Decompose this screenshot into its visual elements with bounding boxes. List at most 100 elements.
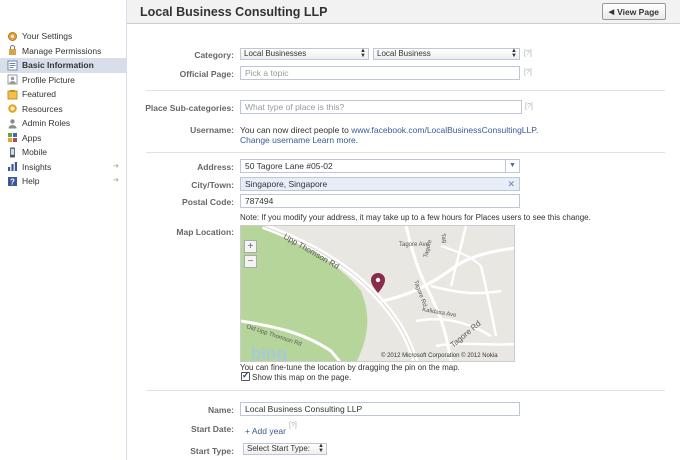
start-date-help-link[interactable]: [?]: [289, 422, 297, 429]
dropdown-arrow-icon[interactable]: ▼: [505, 159, 519, 173]
sidebar-item-label: Your Settings: [22, 31, 73, 42]
subcategory-select[interactable]: Local Business ▲ ▼: [373, 48, 520, 60]
username-label: Username:: [190, 125, 234, 135]
start-date-label: Start Date:: [191, 424, 234, 434]
admin-icon: [7, 118, 18, 129]
zoom-out-button[interactable]: −: [244, 255, 257, 268]
show-map-checkbox[interactable]: [241, 370, 250, 381]
add-year-link[interactable]: + Add year: [245, 426, 286, 436]
location-map[interactable]: Upp Thomson Rd Old Upp Thomson Rd Tagore…: [240, 225, 515, 362]
change-username-link[interactable]: Change username: [240, 135, 310, 145]
settings-icon: [7, 31, 18, 42]
picture-icon: [7, 74, 18, 85]
section-divider: [146, 90, 665, 91]
username-url-link[interactable]: www.facebook.com/LocalBusinessConsulting…: [351, 125, 538, 135]
permissions-icon: [7, 45, 18, 56]
help-icon: ?: [7, 176, 18, 187]
postal-code-input[interactable]: 787494: [240, 194, 520, 208]
resources-icon: [7, 103, 18, 114]
sidebar-item-label: Resources: [22, 103, 63, 114]
show-map-label: Show this map on the page.: [252, 373, 352, 382]
info-icon: [7, 60, 18, 71]
view-page-label: View Page: [617, 6, 659, 17]
featured-icon: [7, 89, 18, 100]
section-divider: [146, 152, 665, 153]
bing-logo: bing: [251, 344, 287, 362]
select-arrows-icon: ▲ ▼: [360, 48, 366, 59]
address-input[interactable]: 50 Tagore Lane #05-02 ▼: [240, 159, 520, 173]
category-select-value: Local Businesses: [244, 49, 307, 58]
official-page-label: Official Page:: [179, 69, 234, 79]
learn-more-link[interactable]: Learn more.: [312, 135, 358, 145]
address-label: Address:: [197, 162, 234, 172]
apps-icon: [7, 132, 18, 143]
sidebar-item-admin-roles[interactable]: Admin Roles: [0, 116, 126, 131]
official-page-help-link[interactable]: [?]: [524, 69, 532, 76]
category-help-link[interactable]: [?]: [524, 50, 532, 57]
page-header: Local Business Consulting LLP ◀ View Pag…: [127, 0, 680, 24]
sidebar-item-label: Manage Permissions: [22, 45, 102, 56]
sidebar-item-label: Basic Information: [22, 60, 94, 71]
clear-icon[interactable]: ✕: [507, 178, 515, 190]
username-description: You can now direct people to: [240, 125, 349, 135]
city-input[interactable]: Singapore, Singapore ✕: [240, 177, 520, 191]
place-subcategories-label: Place Sub-categories:: [145, 103, 234, 113]
sidebar-item-profile-picture[interactable]: Profile Picture: [0, 73, 126, 88]
category-label: Category:: [194, 50, 234, 60]
zoom-in-button[interactable]: +: [244, 240, 257, 253]
map-copyright: © 2012 Microsoft Corporation © 2012 Noki…: [381, 352, 498, 359]
add-year-label: Add year: [251, 426, 286, 436]
sidebar-item-apps[interactable]: Apps: [0, 131, 126, 146]
sidebar-item-label: Admin Roles: [22, 118, 71, 129]
start-type-value: Select Start Type:: [247, 444, 310, 453]
sidebar-item-featured[interactable]: Featured: [0, 87, 126, 102]
sidebar-item-label: Mobile: [22, 147, 48, 158]
place-subcategories-help-link[interactable]: [?]: [525, 103, 533, 110]
back-arrow-icon: ◀: [608, 8, 615, 16]
city-label: City/Town:: [191, 180, 234, 190]
plus-icon: +: [245, 426, 250, 436]
select-arrows-icon: ▲ ▼: [318, 443, 324, 454]
sidebar-item-label: Profile Picture: [22, 74, 75, 85]
sidebar-item-mobile[interactable]: Mobile: [0, 145, 126, 160]
map-canvas: Upp Thomson Rd Old Upp Thomson Rd Tagore…: [241, 226, 514, 362]
map-location-label: Map Location:: [176, 227, 234, 237]
sidebar: Your Settings Manage Permissions Basic I…: [0, 0, 127, 460]
mobile-icon: [7, 147, 18, 158]
address-note: Note: If you modify your address, it may…: [240, 213, 591, 222]
place-subcategories-input[interactable]: What type of place is this?: [240, 100, 522, 114]
basic-information-form: Category: Local Businesses ▲ ▼ Local Busi…: [127, 24, 680, 460]
username-text: You can now direct people to www.faceboo…: [240, 125, 538, 135]
official-page-input[interactable]: Pick a topic: [240, 66, 520, 80]
sidebar-item-resources[interactable]: Resources: [0, 102, 126, 117]
sidebar-item-manage-permissions[interactable]: Manage Permissions: [0, 44, 126, 59]
map-road-label: Tagore Ave: [399, 242, 430, 248]
category-select[interactable]: Local Businesses ▲ ▼: [240, 48, 369, 60]
sidebar-item-help[interactable]: ? Help ➜: [0, 174, 126, 189]
page-title: Local Business Consulting LLP: [140, 5, 328, 19]
sidebar-item-label: Featured: [22, 89, 57, 100]
name-label: Name:: [208, 405, 234, 415]
sidebar-item-insights[interactable]: Insights ➜: [0, 160, 126, 175]
start-type-label: Start Type:: [190, 446, 234, 456]
select-arrows-icon: ▲ ▼: [511, 48, 517, 59]
view-page-button[interactable]: ◀ View Page: [601, 3, 666, 20]
address-value: 50 Tagore Lane #05-02: [245, 161, 333, 171]
svg-text:?: ?: [10, 177, 15, 186]
external-arrow-icon: ➜: [113, 177, 119, 184]
insights-icon: [7, 161, 18, 172]
sidebar-item-label: Apps: [22, 132, 42, 143]
section-divider: [146, 390, 665, 391]
sidebar-item-your-settings[interactable]: Your Settings: [0, 29, 126, 44]
subcategory-select-value: Local Business: [377, 49, 431, 58]
city-value: Singapore, Singapore: [245, 179, 328, 189]
sidebar-item-label: Help: [22, 176, 40, 187]
username-links: Change username Learn more.: [240, 135, 358, 145]
external-arrow-icon: ➜: [113, 162, 119, 170]
sidebar-item-label: Insights: [22, 161, 52, 172]
start-type-select[interactable]: Select Start Type: ▲ ▼: [243, 443, 327, 455]
postal-code-label: Postal Code:: [182, 197, 234, 207]
map-hint: You can fine-tune the location by draggi…: [240, 363, 460, 372]
sidebar-item-basic-information[interactable]: Basic Information: [0, 58, 126, 73]
name-input[interactable]: Local Business Consulting LLP: [240, 402, 520, 416]
